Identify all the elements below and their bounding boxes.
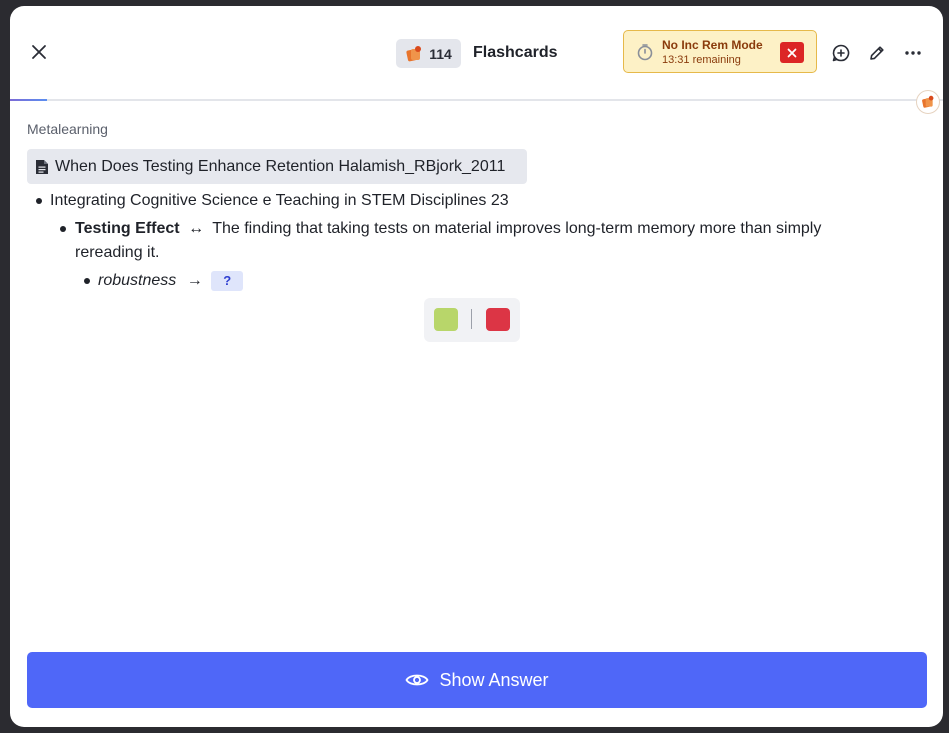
close-button[interactable] bbox=[26, 39, 52, 65]
exit-inc-mode-button[interactable] bbox=[780, 42, 804, 63]
source-document-title: When Does Testing Enhance Retention Hala… bbox=[55, 157, 506, 175]
context-item: Integrating Cognitive Science e Teaching… bbox=[50, 192, 509, 209]
cloze-item: robustness → ? bbox=[98, 269, 244, 293]
queue-count: 114 bbox=[429, 45, 452, 62]
bidirectional-arrow: ↔ bbox=[188, 220, 205, 237]
flashcard-window: 114 Flashcards No Inc Rem Mode 13:31 rem… bbox=[10, 6, 943, 727]
source-document-chip[interactable]: When Does Testing Enhance Retention Hala… bbox=[27, 149, 527, 184]
edit-button[interactable] bbox=[866, 42, 888, 64]
close-icon bbox=[787, 48, 797, 57]
color-swatch-group bbox=[424, 298, 520, 342]
cloze-term: robustness bbox=[98, 272, 177, 289]
divider bbox=[471, 309, 472, 329]
swatch-red[interactable] bbox=[486, 308, 510, 331]
more-horizontal-icon bbox=[905, 51, 921, 55]
cloze-placeholder[interactable]: ? bbox=[211, 270, 244, 291]
flashcard-badge[interactable] bbox=[916, 90, 940, 114]
pencil-icon bbox=[870, 46, 884, 60]
card-definition-continued: rereading it. bbox=[75, 244, 160, 261]
close-icon bbox=[32, 45, 46, 59]
bullet bbox=[36, 198, 42, 204]
show-answer-label: Show Answer bbox=[439, 669, 549, 690]
progress-bar bbox=[10, 99, 943, 101]
flashcard-front: Testing Effect ↔ The finding that taking… bbox=[75, 217, 905, 241]
queue-count-badge: 114 bbox=[396, 39, 461, 68]
add-comment-button[interactable] bbox=[830, 42, 852, 64]
document-icon bbox=[36, 159, 48, 174]
more-options-button[interactable] bbox=[902, 42, 924, 64]
flashcard-deck-icon bbox=[406, 45, 422, 61]
inc-rem-mode-banner: No Inc Rem Mode 13:31 remaining bbox=[623, 30, 817, 73]
card-term: Testing Effect bbox=[75, 220, 180, 237]
forward-arrow: → bbox=[186, 272, 203, 289]
swatch-green[interactable] bbox=[434, 308, 458, 331]
timer-icon bbox=[637, 44, 653, 61]
inc-mode-title: No Inc Rem Mode bbox=[662, 38, 763, 52]
card-definition: The finding that taking tests on materia… bbox=[212, 220, 822, 237]
page-title: Flashcards bbox=[473, 44, 558, 61]
show-answer-button[interactable]: Show Answer bbox=[27, 652, 927, 708]
bullet bbox=[84, 278, 90, 284]
chat-plus-icon bbox=[832, 44, 850, 62]
flashcard-deck-icon bbox=[922, 95, 934, 108]
bullet bbox=[60, 226, 66, 232]
eye-icon bbox=[406, 674, 429, 686]
progress-bar-fill bbox=[10, 99, 48, 101]
inc-mode-remaining: 13:31 remaining bbox=[662, 54, 741, 66]
header: 114 Flashcards No Inc Rem Mode 13:31 rem… bbox=[10, 6, 943, 100]
breadcrumb[interactable]: Metalearning bbox=[27, 121, 108, 137]
